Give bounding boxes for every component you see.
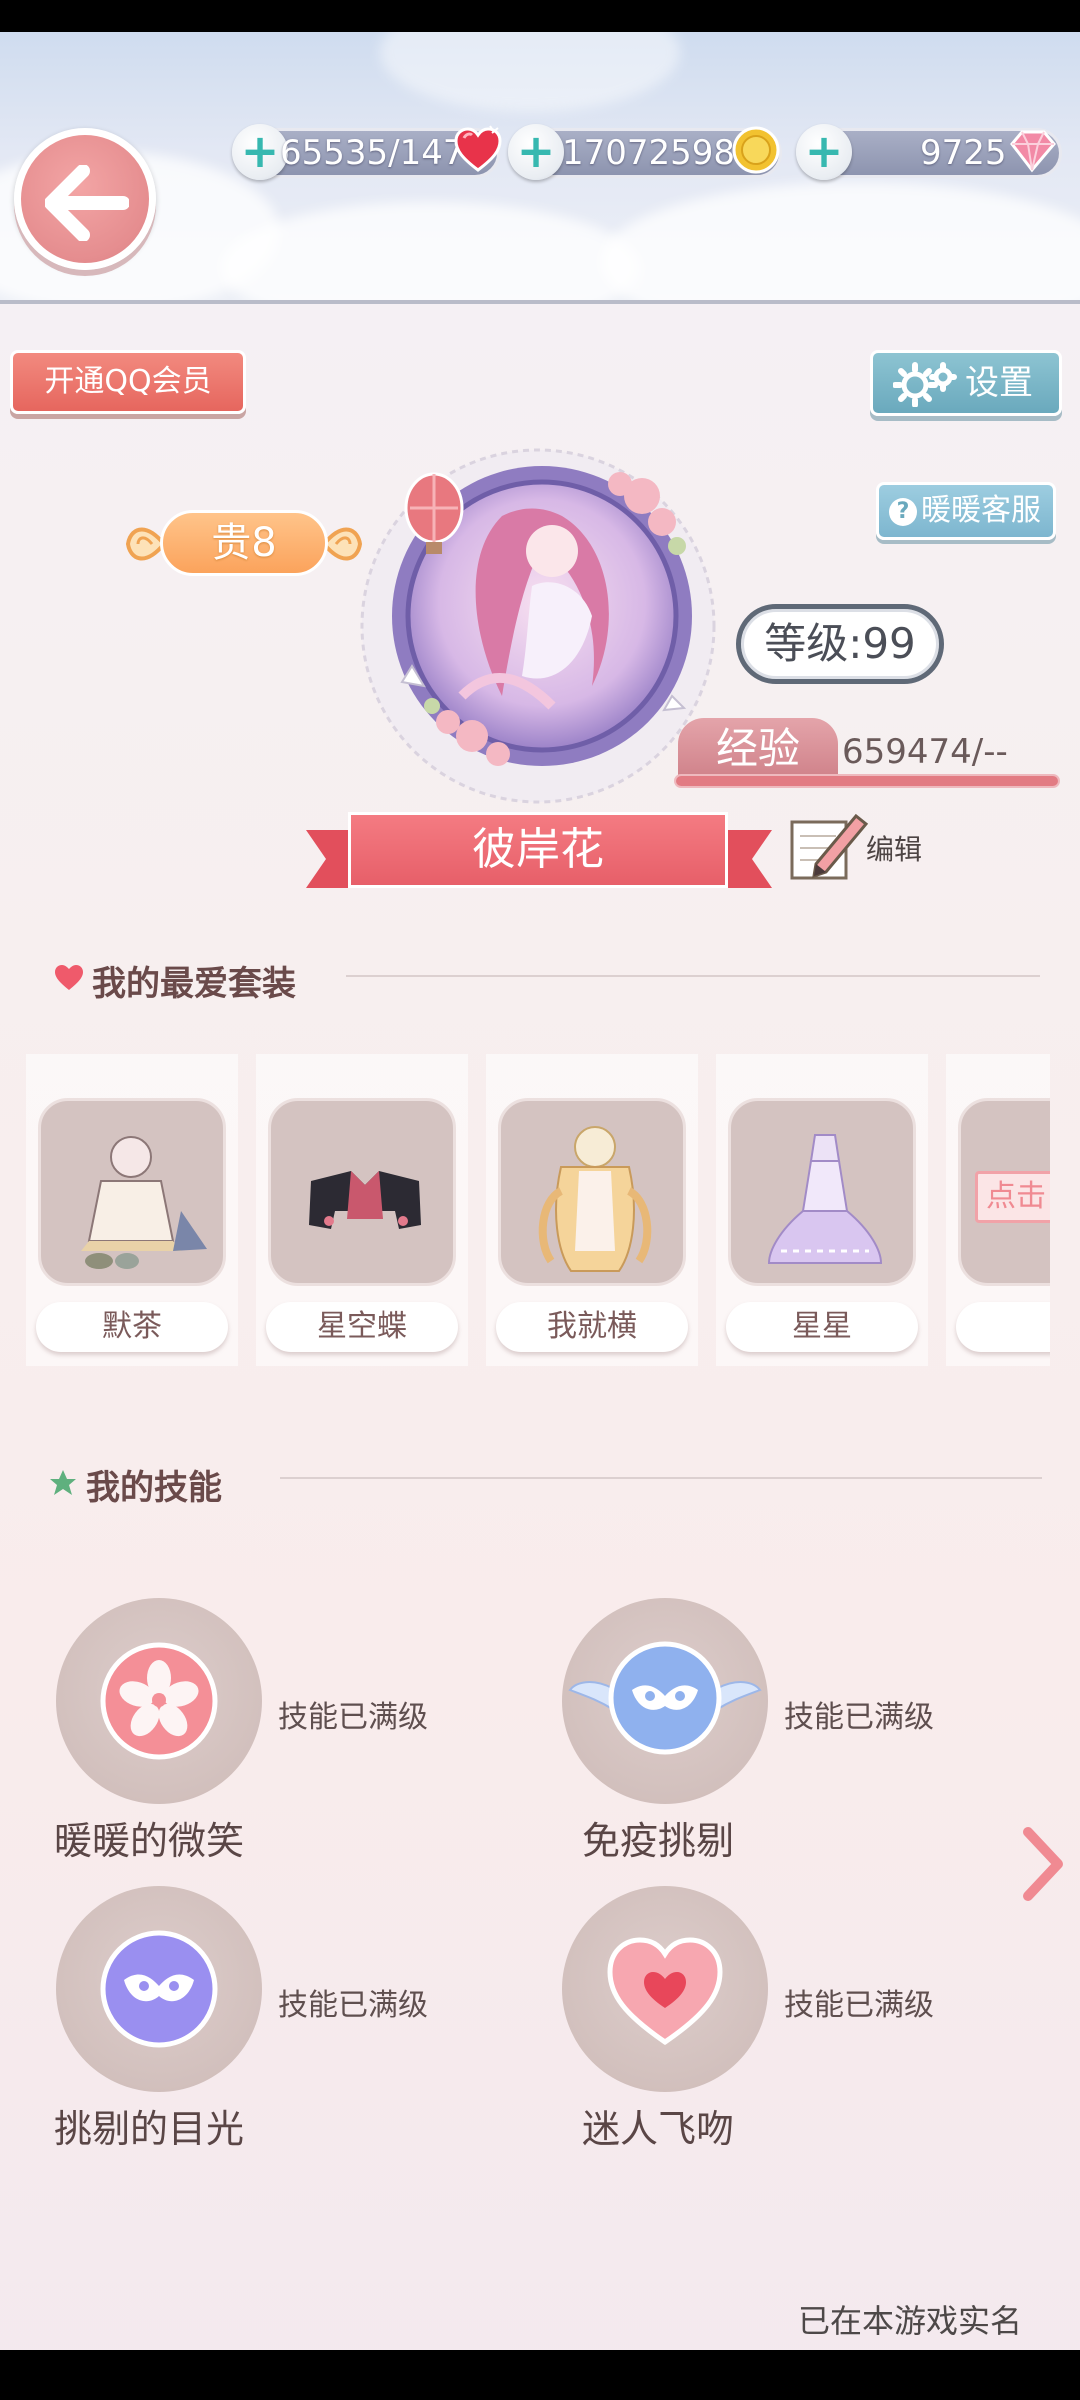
sakura-icon	[100, 1642, 218, 1760]
exp-label: 经验	[678, 718, 838, 780]
qq-member-button[interactable]: 开通QQ会员	[10, 350, 246, 414]
add-diamonds-button[interactable]: +	[796, 124, 852, 180]
outfit-name: 我就横	[496, 1302, 688, 1352]
heart-icon	[454, 125, 502, 172]
coin-value: 17072598	[562, 133, 736, 173]
player-name-ribbon: 彼岸花	[306, 812, 772, 894]
outfit-name: 星空蝶	[266, 1302, 458, 1352]
heart-icon	[55, 965, 83, 990]
winged-mask-icon	[568, 1641, 762, 1755]
outfit-name	[956, 1302, 1050, 1352]
skill-status: 技能已满级	[278, 1700, 428, 1735]
stamina-value: 65535/147	[280, 133, 465, 173]
mask-icon	[100, 1930, 218, 2048]
navigation-bar	[0, 2350, 1080, 2400]
player-name: 彼岸花	[348, 812, 728, 888]
skill-name: 暖暖的微笑	[54, 1819, 245, 1863]
section-divider	[346, 975, 1040, 977]
settings-label: 设置	[965, 363, 1033, 403]
outfit-thumbnail	[38, 1098, 226, 1286]
pencil-icon	[790, 813, 869, 880]
diamond-icon	[1010, 130, 1056, 173]
skill-name: 免疫挑剔	[582, 1819, 735, 1863]
avatar[interactable]	[352, 436, 724, 808]
chevron-right-icon[interactable]	[1018, 1826, 1066, 1902]
outfit-card[interactable]: 星空蝶	[256, 1054, 468, 1366]
exp-progress-fill	[676, 776, 1058, 786]
skill-status: 技能已满级	[278, 1988, 428, 2023]
click-tag: 点击	[975, 1171, 1050, 1223]
customer-service-button[interactable]: ? 暖暖客服	[876, 482, 1056, 540]
vip-badge[interactable]: 贵8	[124, 500, 364, 588]
vip-level: 贵8	[160, 510, 328, 576]
outfit-card[interactable]: 我就横	[486, 1054, 698, 1366]
outfit-thumbnail: 点击	[958, 1098, 1050, 1286]
skill-status: 技能已满级	[784, 1988, 934, 2023]
question-icon: ?	[889, 498, 917, 526]
outfit-thumbnail	[498, 1098, 686, 1286]
outfit-thumbnail	[268, 1098, 456, 1286]
edit-label: 编辑	[866, 833, 923, 866]
section-divider	[280, 1477, 1042, 1479]
favorite-outfits-list: 默茶 星空蝶 我就横 星星 点击	[26, 1054, 1050, 1374]
skill-status: 技能已满级	[784, 1700, 934, 1735]
edit-name-button[interactable]: 编辑	[786, 806, 946, 886]
status-bar	[0, 0, 1080, 32]
skill-button[interactable]	[56, 1886, 262, 2092]
gear-icon	[893, 362, 957, 407]
exp-value: 659474/--	[842, 732, 1008, 772]
add-coins-button[interactable]: +	[508, 124, 564, 180]
gold-coin-icon	[732, 126, 780, 174]
customer-service-label: 暖暖客服	[921, 493, 1041, 528]
star-icon	[50, 1470, 76, 1495]
outfit-name: 默茶	[36, 1302, 228, 1352]
exp-progress-bar	[674, 774, 1060, 788]
heart-icon	[607, 1937, 723, 2046]
outfit-card[interactable]: 星星	[716, 1054, 928, 1366]
outfit-card[interactable]: 默茶	[26, 1054, 238, 1366]
outfit-card[interactable]: 点击	[946, 1054, 1050, 1366]
favorites-title: 我的最爱套装	[92, 964, 296, 1004]
level-display: 等级:99	[736, 604, 944, 684]
avatar-portrait	[360, 448, 716, 804]
skill-button[interactable]	[562, 1886, 768, 2092]
settings-button[interactable]: 设置	[870, 350, 1062, 416]
arrow-left-icon	[45, 165, 129, 241]
skills-title: 我的技能	[86, 1468, 222, 1508]
diamond-value: 9725	[920, 133, 1007, 173]
outfit-name: 星星	[726, 1302, 918, 1352]
realname-notice: 已在本游戏实名	[798, 2302, 1023, 2340]
back-button[interactable]	[14, 128, 156, 270]
outfit-thumbnail	[728, 1098, 916, 1286]
skill-name: 挑剔的目光	[54, 2107, 245, 2151]
skill-button[interactable]	[56, 1598, 262, 1804]
skill-button[interactable]	[562, 1598, 768, 1804]
skill-name: 迷人飞吻	[582, 2107, 735, 2151]
